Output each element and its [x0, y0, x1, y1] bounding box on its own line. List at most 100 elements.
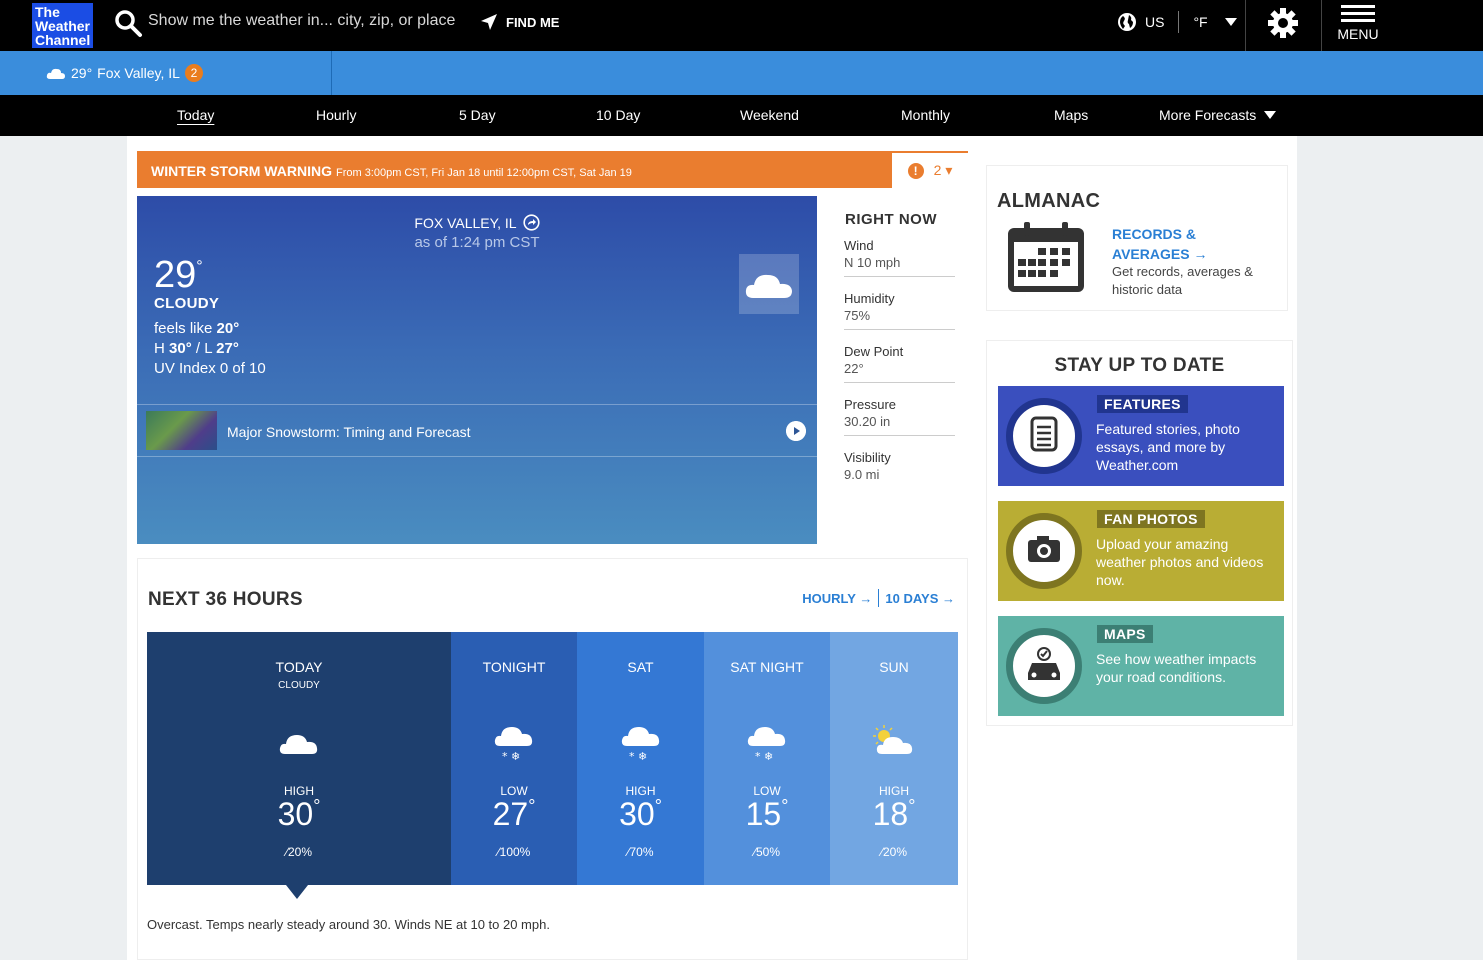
forecast-sat[interactable]: SAT * ❄ HIGH 30° ⁄70% [577, 632, 704, 885]
svg-text:* ❄: * ❄ [502, 750, 520, 763]
period-name: TONIGHT [482, 659, 546, 675]
next-36-hours: NEXT 36 HOURS HOURLY → 10 DAYS → TODAY C… [137, 558, 968, 960]
nav-more-forecasts[interactable]: More Forecasts [1159, 107, 1277, 123]
video-link[interactable]: Major Snowstorm: Timing and Forecast [137, 404, 817, 457]
cloud-icon [745, 274, 792, 298]
stay-up-to-date: STAY UP TO DATE FEATURES Featured storie… [986, 340, 1293, 726]
alert-count-badge[interactable]: 2 [184, 64, 203, 82]
menu-button[interactable]: MENU [1336, 2, 1380, 48]
period-temp: 30° [619, 796, 662, 832]
nav-10-day[interactable]: 10 Day [596, 107, 640, 123]
saved-location-temp: 29° [71, 65, 93, 81]
period-precip-value: 70% [629, 845, 654, 859]
hamburger-icon-bar [1341, 12, 1375, 15]
forecast-sat-night[interactable]: SAT NIGHT * ❄ LOW 15° ⁄50% [704, 632, 830, 885]
article-icon [1006, 398, 1082, 474]
chevron-down-icon [1264, 111, 1277, 119]
divider [1178, 11, 1180, 33]
nav-maps[interactable]: Maps [1054, 107, 1088, 123]
nav-weekend[interactable]: Weekend [740, 107, 799, 123]
dew-point-value: 22° [844, 361, 864, 376]
winter-storm-alert[interactable]: WINTER STORM WARNING From 3:00pm CST, Fri… [137, 151, 968, 188]
period-precip: ⁄20% [147, 845, 451, 859]
camera-icon [1006, 513, 1082, 589]
almanac-card: ALMANAC RECORDS & AVERAGES → Get records,… [986, 165, 1288, 311]
period-name: TODAY [275, 659, 323, 675]
almanac-title: ALMANAC [997, 190, 1101, 212]
next-36-links: HOURLY → 10 DAYS → [802, 589, 955, 607]
pressure-label: Pressure [844, 397, 897, 412]
period-temp-value: 15 [745, 796, 782, 832]
top-bar: TheWeatherChannel FIND ME US °F MENU [0, 0, 1483, 51]
saved-location[interactable]: 29° Fox Valley, IL 2 [46, 64, 203, 82]
period-precip: ⁄70% [577, 845, 704, 859]
almanac-description: Get records, averages & historic data [1112, 264, 1253, 297]
ten-days-link[interactable]: 10 DAYS → [885, 591, 955, 606]
period-condition: CLOUDY [278, 680, 320, 691]
period-precip: ⁄20% [830, 845, 958, 859]
period-name: SAT NIGHT [730, 659, 804, 675]
current-condition: CLOUDY [154, 295, 220, 312]
forecast-today[interactable]: TODAY CLOUDY HIGH 30° ⁄20% [147, 632, 451, 885]
current-location[interactable]: FOX VALLEY, IL [137, 214, 817, 231]
locale-selector[interactable]: US °F [1117, 10, 1238, 34]
play-icon[interactable] [786, 421, 806, 441]
divider [1245, 0, 1246, 51]
period-precip-value: 20% [287, 845, 313, 859]
forecast-sun[interactable]: SUN HIGH 18° ⁄20% [830, 632, 958, 885]
divider [878, 589, 880, 607]
fan-photos-card[interactable]: FAN PHOTOS Upload your amazing weather p… [998, 501, 1284, 601]
period-temp: 27° [492, 796, 536, 832]
video-thumbnail [146, 411, 217, 450]
gear-icon[interactable] [1266, 6, 1300, 40]
forecast-columns: TODAY CLOUDY HIGH 30° ⁄20% TONIGHT * ❄ L… [147, 632, 958, 885]
dew-point-label: Dew Point [844, 344, 904, 359]
car-icon [1006, 628, 1082, 704]
alert-count-value: 2 [933, 162, 942, 178]
period-temp: 30° [277, 796, 321, 832]
hourly-link[interactable]: HOURLY → [802, 591, 872, 606]
period-precip-value: 20% [882, 845, 908, 859]
low-label: / L [191, 340, 217, 357]
fan-photos-text: Upload your amazing weather photos and v… [1096, 536, 1264, 588]
records-link-line1: RECORDS & [1112, 226, 1197, 242]
alert-detail: From 3:00pm CST, Fri Jan 18 until 12:00p… [335, 167, 632, 179]
humidity-item: Humidity 75% [844, 291, 955, 330]
find-me-button[interactable]: FIND ME [480, 10, 559, 34]
menu-label: MENU [1337, 26, 1379, 42]
nav-monthly[interactable]: Monthly [901, 107, 950, 123]
snow-cloud-icon: * ❄ [621, 727, 659, 763]
snow-cloud-icon: * ❄ [494, 727, 533, 763]
fan-photos-tag: FAN PHOTOS [1097, 510, 1205, 528]
wind-value: N 10 mph [844, 255, 901, 270]
unit-label: °F [1193, 14, 1208, 30]
hourly-link-label: HOURLY [802, 590, 856, 606]
forecast-tonight[interactable]: TONIGHT * ❄ LOW 27° ⁄100% [451, 632, 577, 885]
region-label: US [1145, 14, 1165, 30]
maps-card[interactable]: MAPS See how weather impacts your road c… [998, 616, 1284, 716]
right-now-panel: RIGHT NOW Wind N 10 mph Humidity 75% Dew P… [825, 196, 968, 544]
nav-hourly[interactable]: Hourly [316, 107, 356, 123]
divider [331, 51, 332, 95]
current-temp-value: 29 [154, 254, 197, 296]
period-precip: ⁄50% [704, 845, 830, 859]
search-input[interactable] [148, 10, 468, 32]
search-icon[interactable] [113, 8, 143, 38]
alert-count-button[interactable]: ! 2 ▾ [892, 151, 968, 188]
uv-index: UV Index 0 of 10 [154, 360, 266, 377]
period-temp-value: 18 [872, 796, 909, 832]
exclamation-icon: ! [907, 162, 924, 179]
hamburger-icon-bar [1341, 19, 1375, 22]
location-bar: 29° Fox Valley, IL 2 [0, 51, 1483, 95]
partly-sunny-icon [873, 725, 913, 754]
period-precip: ⁄100% [451, 845, 577, 859]
records-link-line2: AVERAGES [1112, 246, 1190, 262]
features-card[interactable]: FEATURES Featured stories, photo essays,… [998, 386, 1284, 486]
records-averages-link[interactable]: RECORDS & AVERAGES → [1112, 224, 1207, 264]
period-temp-value: 30 [277, 796, 314, 832]
nav-5-day[interactable]: 5 Day [459, 107, 496, 123]
weather-channel-logo[interactable]: The Weather Channel [32, 3, 93, 48]
nav-today[interactable]: Today [177, 107, 214, 123]
snow-cloud-icon: * ❄ [747, 727, 786, 763]
period-name: SAT [627, 659, 654, 675]
